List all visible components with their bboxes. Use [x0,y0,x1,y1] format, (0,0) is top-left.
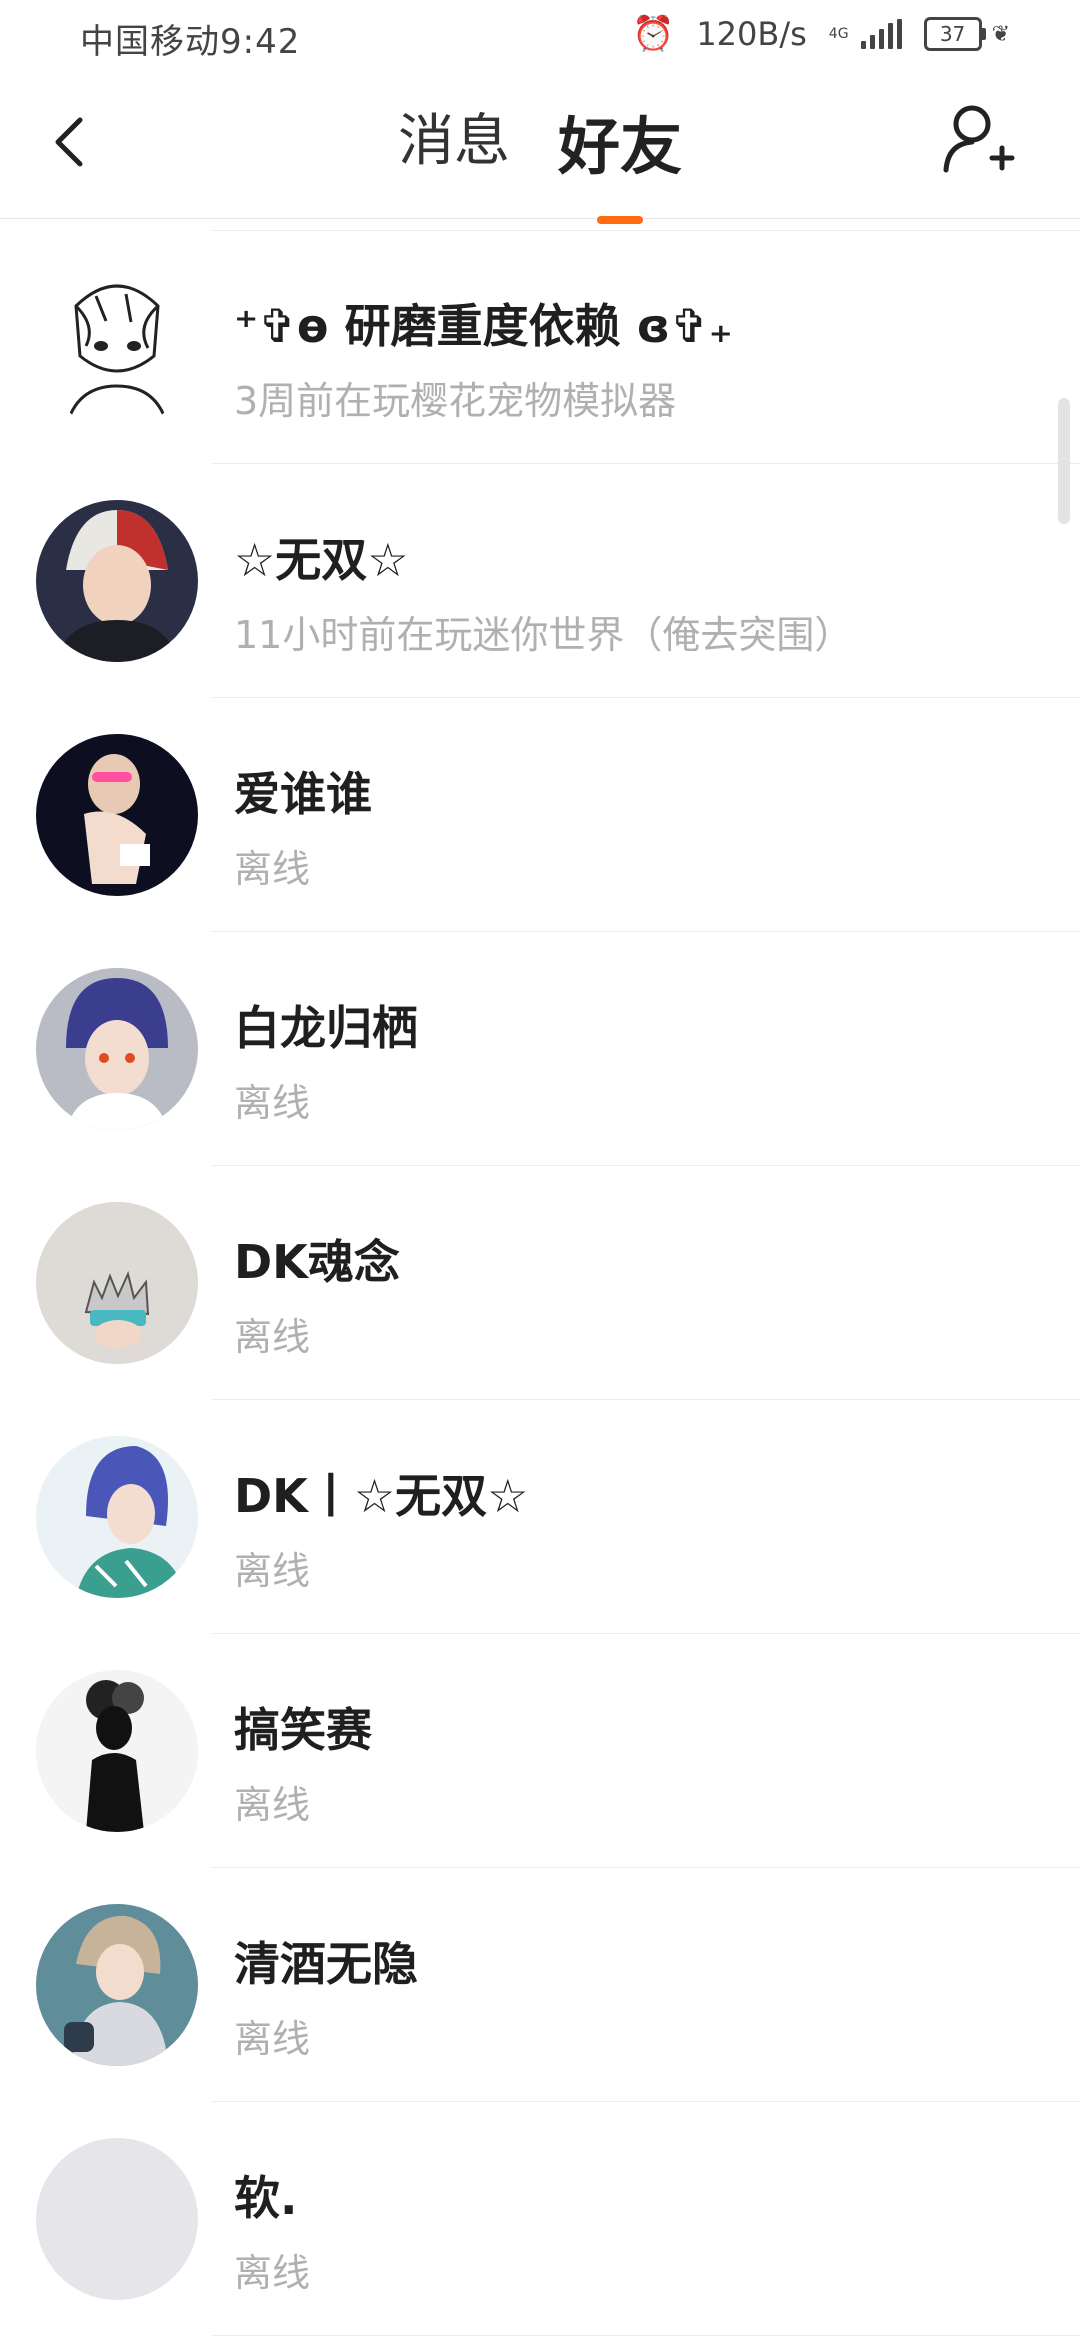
friend-status: 3周前在玩樱花宠物模拟器 [234,379,677,423]
friend-status: 离线 [234,1081,311,1125]
avatar[interactable] [36,1670,198,1832]
friend-row[interactable]: 爱谁谁 离线 [0,698,1080,932]
friend-row[interactable]: DK魂念 离线 [0,1166,1080,1400]
friend-list: ⁺✞ɵ 研磨重度依赖 ɞ✞₊ 3周前在玩樱花宠物模拟器 ☆无双☆ 11小时前在玩… [0,230,1080,2336]
friend-row[interactable]: 搞笑赛 离线 [0,1634,1080,1868]
scrollbar[interactable] [1058,398,1070,524]
friend-name: ⁺✞ɵ 研磨重度依赖 ɞ✞₊ [234,299,733,353]
header: 消息 好友 [0,72,1080,224]
tab-friends-label: 好友 [557,110,682,183]
friend-row[interactable]: DK丨☆无双☆ 离线 [0,1400,1080,1634]
friend-status: 离线 [234,1783,311,1827]
battery-icon: 37 ❦ [923,17,1010,51]
friend-row[interactable]: ☆无双☆ 11小时前在玩迷你世界（俺去突围） [0,464,1080,698]
avatar[interactable] [36,734,198,896]
friend-name: DK魂念 [234,1235,400,1289]
add-friend-button[interactable] [940,102,1020,182]
avatar[interactable] [36,500,198,662]
clock: 9:42 [220,22,301,62]
tab-messages-label: 消息 [397,109,510,174]
avatar[interactable] [36,1436,198,1598]
status-bar: 中国移动9:42 ⏰ 120B/s 4G 37 ❦ [0,0,1080,72]
friend-status: 离线 [234,2017,311,2061]
net-speed: 120B/s [696,15,807,53]
row-divider [212,2335,1080,2336]
tab-bar: 消息 好友 [0,96,1080,224]
friend-name: 软. [234,2171,298,2225]
friend-status: 离线 [234,2251,311,2295]
friend-status: 11小时前在玩迷你世界（俺去突围） [234,613,853,657]
friend-name: ☆无双☆ [234,533,409,587]
friend-row[interactable]: 软. 离线 [0,2102,1080,2336]
carrier-label: 中国移动 [80,22,220,62]
avatar[interactable] [36,2138,198,2300]
active-tab-indicator [596,216,643,224]
avatar[interactable] [36,968,198,1130]
friend-name: 爱谁谁 [234,767,372,821]
alarm-icon: ⏰ [631,14,675,54]
battery-tip [981,28,986,40]
tab-messages[interactable]: 消息 [394,96,514,186]
signal-icon [860,19,902,49]
tab-friends[interactable]: 好友 [554,96,686,224]
friend-row[interactable]: 清酒无隐 离线 [0,1868,1080,2102]
avatar[interactable] [36,1904,198,2066]
status-icons: ⏰ 120B/s 4G 37 ❦ [632,14,1010,54]
friend-name: DK丨☆无双☆ [234,1469,529,1523]
add-user-icon [943,105,1015,173]
friend-status: 离线 [234,847,311,891]
friend-row[interactable]: 白龙归栖 离线 [0,932,1080,1166]
leaf-icon: ❦ [991,21,1010,47]
net-type: 4G [828,26,849,42]
status-carrier-time: 中国移动9:42 [80,14,300,63]
battery-level: 37 [923,17,982,51]
avatar[interactable] [36,266,198,428]
friend-row[interactable]: ⁺✞ɵ 研磨重度依赖 ɞ✞₊ 3周前在玩樱花宠物模拟器 [0,230,1080,464]
friend-name: 白龙归栖 [234,1001,418,1055]
friend-name: 清酒无隐 [234,1937,418,1991]
friend-status: 离线 [234,1315,311,1359]
friend-status: 离线 [234,1549,311,1593]
avatar[interactable] [36,1202,198,1364]
friend-name: 搞笑赛 [234,1703,372,1757]
